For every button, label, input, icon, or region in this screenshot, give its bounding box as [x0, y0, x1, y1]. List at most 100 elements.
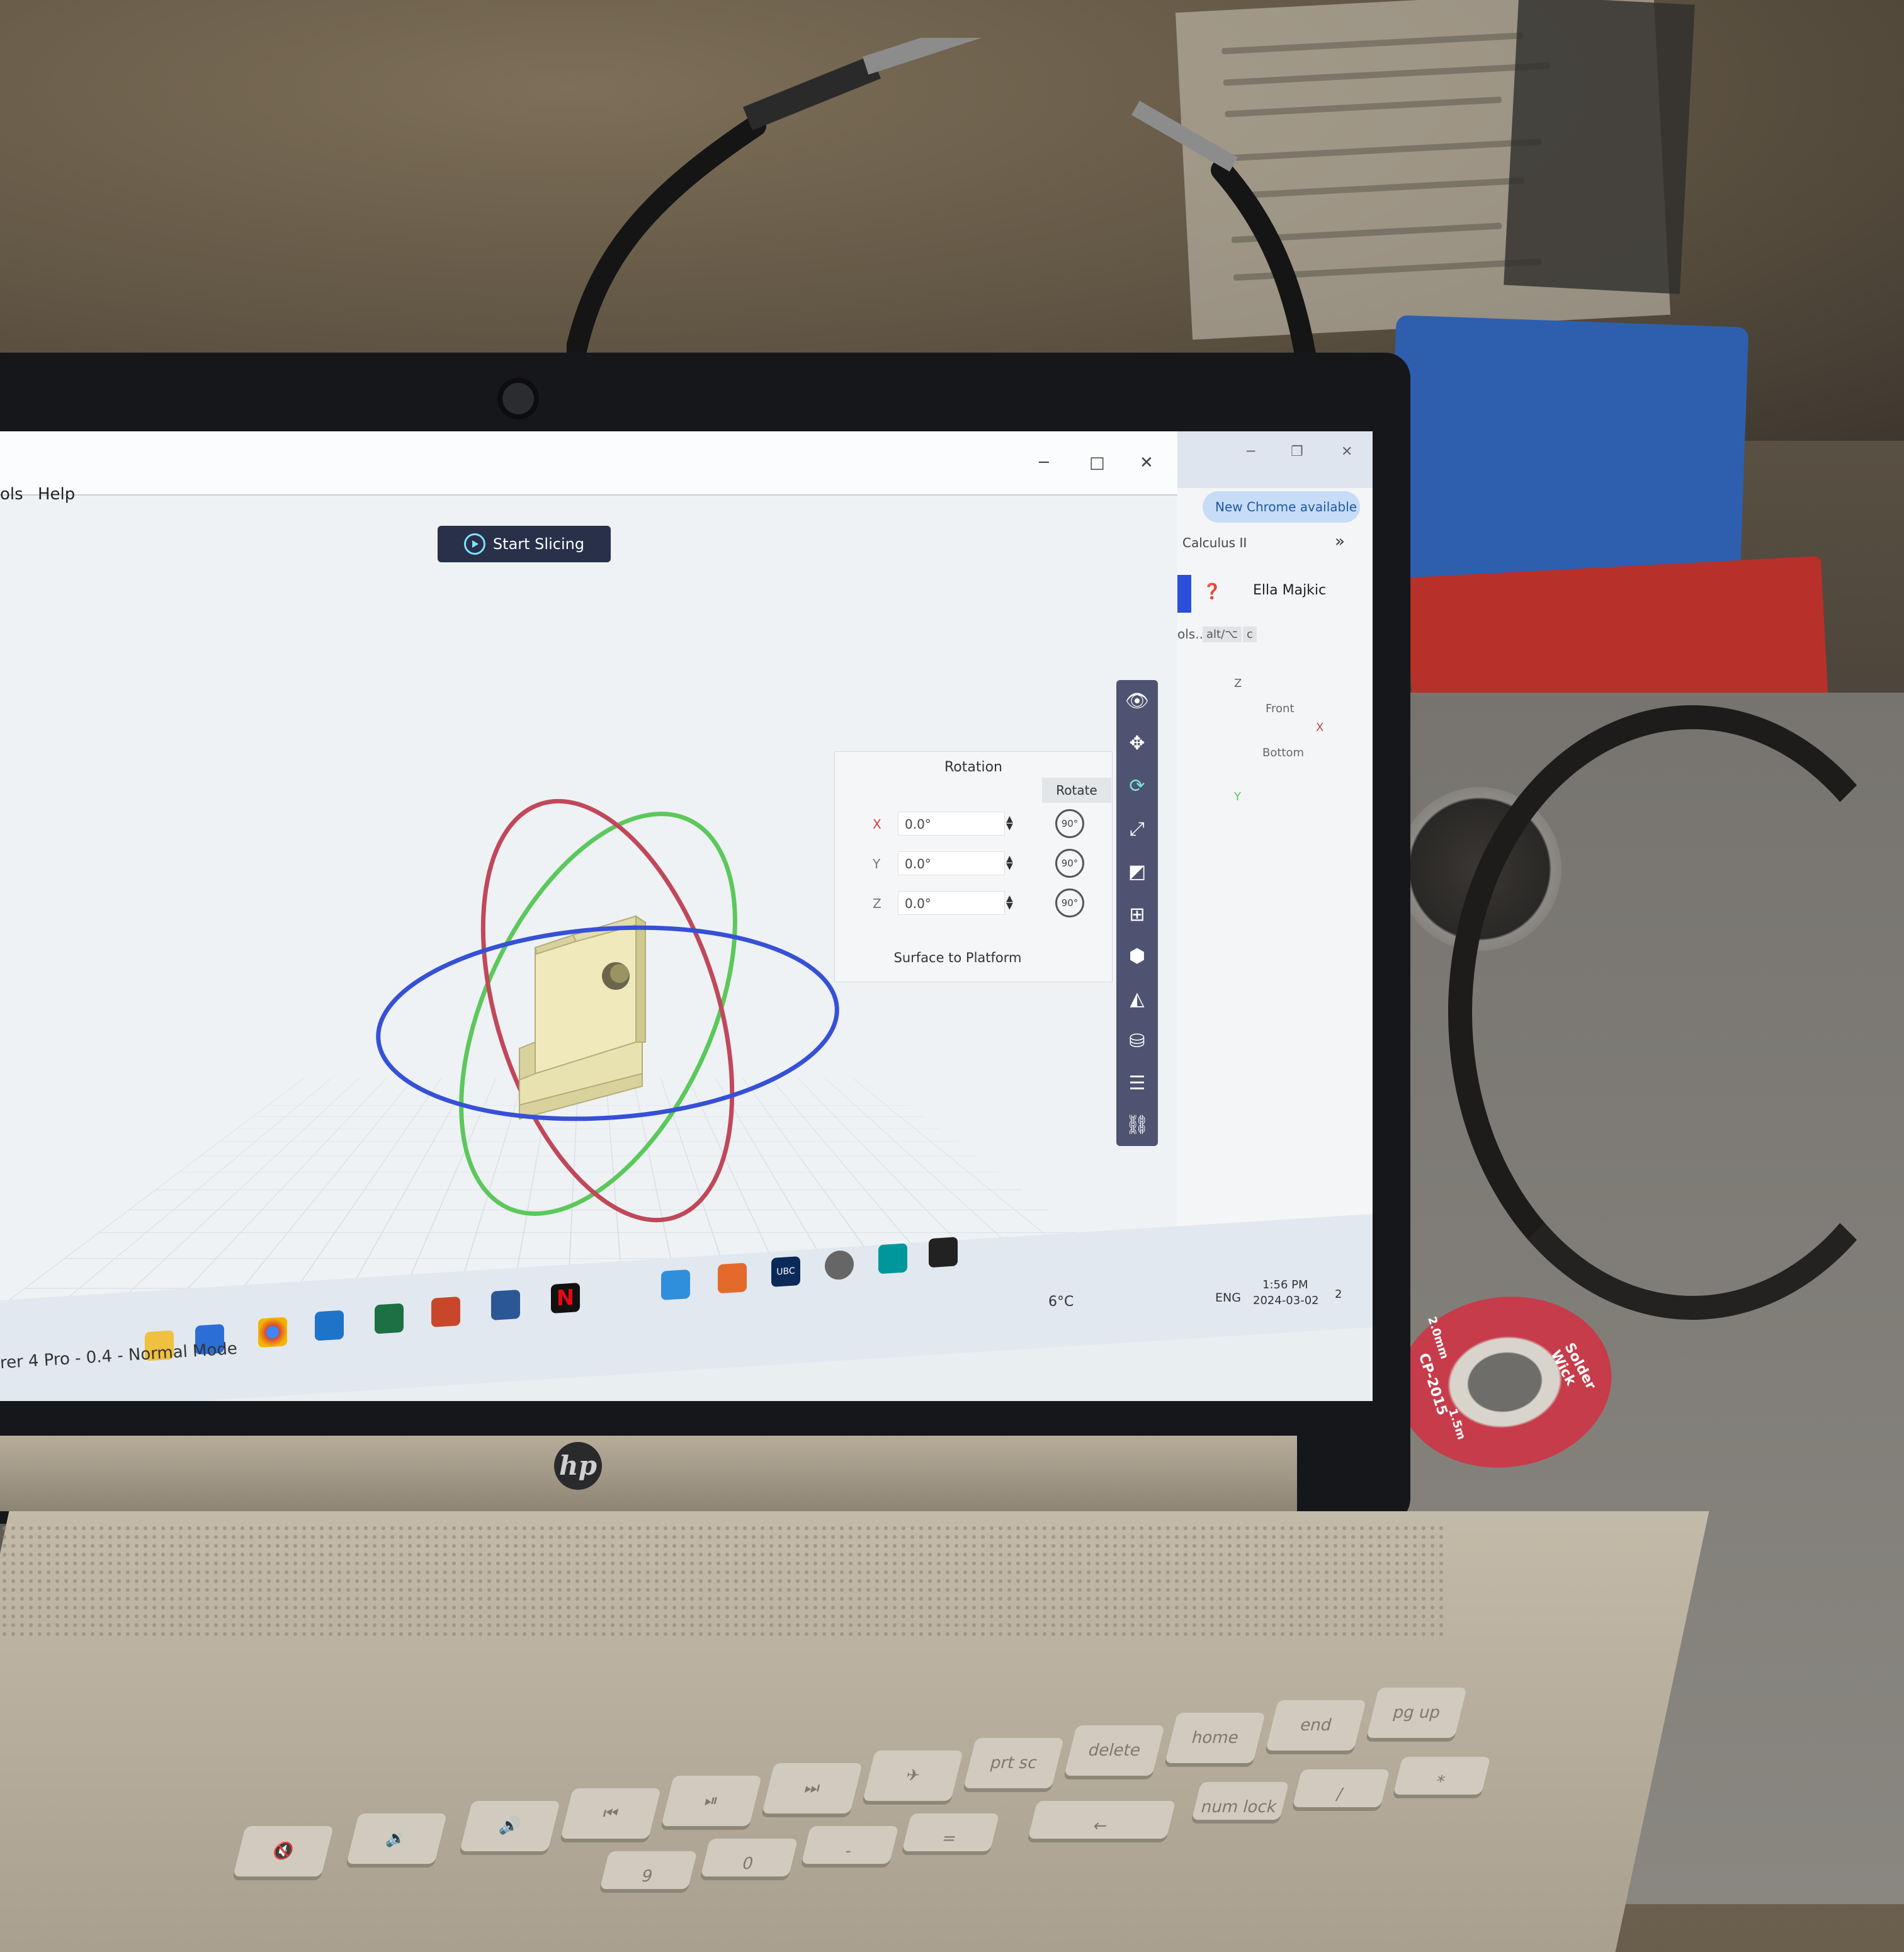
view-cube-y: Y — [1234, 790, 1241, 803]
speaker-grille — [0, 1524, 1448, 1637]
chrome-restore-button[interactable]: ❐ — [1291, 444, 1303, 460]
matlab-icon[interactable] — [718, 1263, 747, 1294]
key[interactable]: 🔊 — [460, 1801, 560, 1851]
key[interactable]: - — [801, 1826, 899, 1864]
help-icon[interactable]: ❓ — [1203, 582, 1221, 600]
laptop-screen: ols Help ─ □ ✕ Start Slicing Rotation X … — [0, 431, 1373, 1401]
rotation-title: Rotation — [944, 759, 1002, 775]
alligator-clip-right — [1131, 101, 1320, 390]
language-indicator[interactable]: ENG — [1215, 1291, 1241, 1305]
key[interactable]: ← — [1028, 1801, 1176, 1839]
link-icon[interactable]: ⛓ — [1125, 1113, 1149, 1137]
key[interactable]: ⏯ — [661, 1776, 762, 1826]
mirror-icon[interactable]: ◩ — [1125, 860, 1149, 884]
webcam — [497, 378, 539, 419]
word-icon[interactable] — [491, 1290, 520, 1320]
key[interactable]: ⏭ — [762, 1763, 863, 1813]
accent-button[interactable] — [1177, 575, 1191, 613]
cube-icon[interactable]: ⬢ — [1125, 945, 1149, 968]
surface-to-platform-button[interactable]: Surface to Platform — [835, 950, 1080, 965]
rotate-y-90-button[interactable]: 90° — [1055, 849, 1084, 878]
slicer-window: ols Help ─ □ ✕ Start Slicing Rotation X … — [0, 431, 1179, 1307]
notification-count[interactable]: 2 — [1335, 1288, 1342, 1301]
chrome-icon[interactable] — [258, 1317, 287, 1348]
laptop-hinge — [0, 1436, 1297, 1511]
menu-help[interactable]: Help — [38, 485, 75, 504]
move-icon[interactable]: ✥ — [1125, 732, 1149, 756]
user-name[interactable]: Ella Majkic — [1253, 582, 1326, 598]
excel-icon[interactable] — [375, 1303, 404, 1334]
netflix-icon[interactable]: N — [551, 1283, 580, 1314]
key[interactable]: prt sc — [963, 1738, 1064, 1788]
chrome-close-button[interactable]: ✕ — [1341, 444, 1352, 460]
arduino-icon[interactable] — [878, 1243, 907, 1274]
key[interactable]: home — [1165, 1713, 1266, 1763]
system-tray: 6°C ENG 1:56 PM 2024-03-02 2 — [995, 1278, 1373, 1338]
key[interactable]: * — [1393, 1757, 1491, 1795]
blue-parts-box — [1386, 315, 1749, 604]
clock-date[interactable]: 2024-03-02 — [1253, 1294, 1319, 1307]
eye-icon[interactable]: 👁 — [1125, 689, 1149, 713]
play-icon — [463, 533, 485, 555]
y-stepper-icon[interactable]: ▲ ▼ — [1006, 854, 1013, 871]
ubc-icon[interactable]: UBC — [771, 1256, 800, 1287]
clock-time[interactable]: 1:56 PM — [1262, 1278, 1308, 1291]
view-cube-x: X — [1316, 721, 1324, 734]
menu-tools[interactable]: ols — [0, 485, 23, 504]
spool-length: 1.5m — [1446, 1407, 1468, 1442]
shortcut-key-badge: c — [1243, 627, 1257, 642]
key[interactable]: 9 — [599, 1851, 698, 1889]
view-cube-z: Z — [1234, 677, 1242, 690]
chevron-right-icon[interactable]: » — [1335, 532, 1345, 551]
settings-app-icon[interactable] — [825, 1249, 854, 1281]
slicer-titlebar: ols Help ─ □ ✕ — [0, 431, 1177, 504]
store-icon[interactable] — [315, 1310, 344, 1341]
view-cube-front[interactable]: Front — [1266, 702, 1295, 715]
weather-temp[interactable]: 6°C — [1048, 1294, 1074, 1310]
add-icon[interactable]: ⊞ — [1125, 903, 1149, 927]
powerpoint-icon[interactable] — [431, 1297, 460, 1327]
rotation-x-input[interactable]: 0.0° — [898, 812, 1005, 836]
3d-model — [519, 915, 647, 1120]
rotate-z-90-button[interactable]: 90° — [1055, 888, 1084, 917]
z-stepper-icon[interactable]: ▲ ▼ — [1006, 894, 1013, 911]
rotate-tooltip: Rotate — [1042, 778, 1111, 803]
key[interactable]: delete — [1064, 1725, 1165, 1776]
new-chrome-available-badge[interactable]: New Chrome available — [1203, 491, 1360, 523]
shortcut-badge: alt/⌥ — [1203, 627, 1242, 642]
rotate-x-90-button[interactable]: 90° — [1055, 809, 1084, 838]
scale-icon[interactable]: ⤢ — [1125, 817, 1149, 841]
rotation-gizmo[interactable] — [353, 746, 856, 1250]
cylinder-icon[interactable]: ⛁ — [1125, 1030, 1149, 1053]
key[interactable]: 🔉 — [346, 1813, 447, 1864]
settings-icon[interactable]: ☰ — [1125, 1072, 1149, 1096]
support-icon[interactable]: ◭ — [1125, 987, 1149, 1011]
rotate-icon[interactable]: ⟳ — [1125, 775, 1149, 798]
vscode-icon[interactable] — [661, 1269, 690, 1300]
key[interactable]: ⏮ — [560, 1788, 661, 1839]
slicer-app-icon[interactable] — [929, 1237, 958, 1268]
view-cube[interactable]: Z X Y Front Bottom — [1234, 677, 1329, 815]
start-slicing-label: Start Slicing — [492, 535, 585, 553]
maximize-button[interactable]: □ — [1089, 453, 1105, 472]
view-cube-bottom[interactable]: Bottom — [1262, 746, 1304, 759]
tab-calculus[interactable]: Calculus II — [1182, 535, 1247, 550]
key[interactable]: ✈ — [863, 1751, 963, 1801]
key[interactable]: pg up — [1366, 1688, 1467, 1738]
minimize-button[interactable]: ─ — [1039, 453, 1049, 472]
spool-model: CP-2015 — [1415, 1351, 1451, 1417]
rotation-y-input[interactable]: 0.0° — [898, 851, 1005, 875]
key[interactable]: num lock — [1191, 1782, 1289, 1820]
rotation-z-input[interactable]: 0.0° — [898, 891, 1005, 915]
key[interactable]: 0 — [700, 1839, 798, 1876]
alligator-clip-left — [567, 38, 1000, 376]
start-slicing-button[interactable]: Start Slicing — [438, 526, 611, 562]
axis-x-label: X — [873, 817, 881, 832]
key[interactable]: = — [902, 1813, 1000, 1851]
key[interactable]: / — [1292, 1769, 1390, 1807]
key[interactable]: 🔇 — [233, 1826, 334, 1876]
chrome-minimize-button[interactable]: ─ — [1247, 444, 1255, 460]
key[interactable]: end — [1266, 1700, 1366, 1751]
close-button[interactable]: ✕ — [1140, 453, 1153, 472]
x-stepper-icon[interactable]: ▲ ▼ — [1006, 815, 1013, 831]
